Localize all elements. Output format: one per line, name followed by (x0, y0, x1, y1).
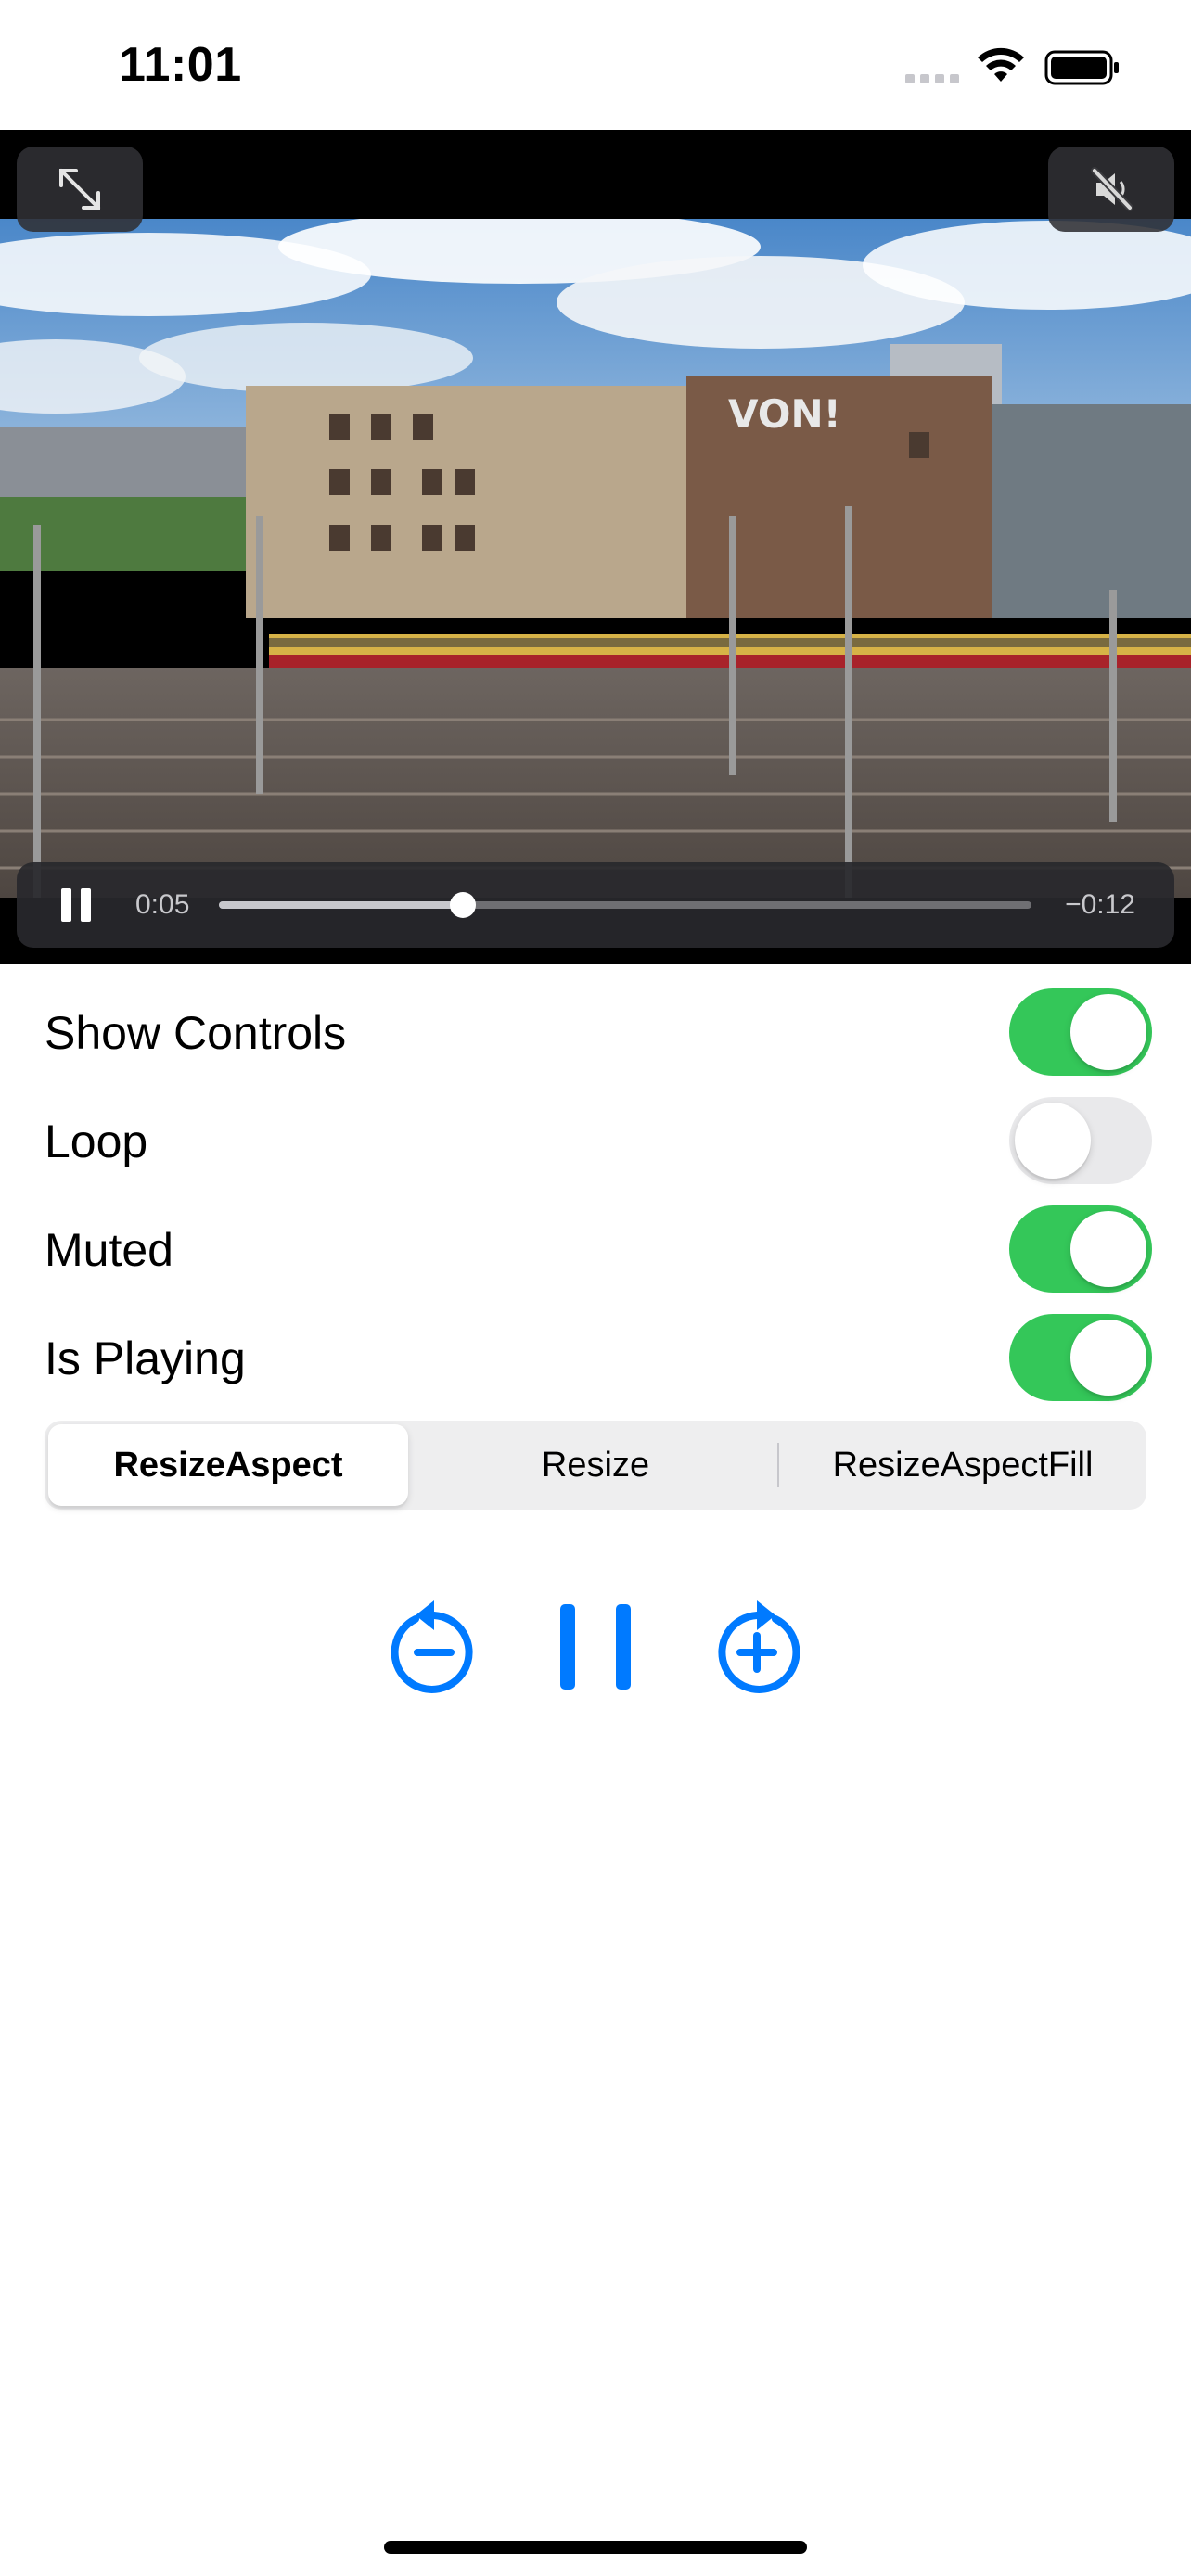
pause-icon (61, 888, 71, 922)
scrubber-knob[interactable] (449, 892, 476, 918)
app-screen: 11:01 VON! 0:05 −0:12 Show Controls Loop… (0, 0, 1191, 2576)
loop-toggle[interactable] (1009, 1097, 1152, 1184)
rewind-icon (391, 1600, 473, 1693)
video-player[interactable]: VON! 0:05 −0:12 (0, 130, 1191, 964)
toggle-label: Show Controls (45, 1007, 347, 1059)
toggle-label: Loop (45, 1116, 148, 1167)
is-playing-toggle[interactable] (1009, 1314, 1152, 1401)
scrubber[interactable] (219, 892, 1031, 918)
fullscreen-icon (59, 169, 100, 210)
speaker-muted-icon (1091, 167, 1133, 211)
pause-button[interactable] (59, 888, 93, 922)
segment-divider (777, 1443, 779, 1487)
playback-control-bar: 0:05 −0:12 (17, 862, 1174, 948)
mute-button[interactable] (1048, 147, 1174, 232)
video-frame: VON! (0, 219, 1191, 898)
pause-icon (560, 1604, 631, 1690)
segment-resize-aspect[interactable]: ResizeAspect (48, 1424, 408, 1506)
remaining-time: −0:12 (1065, 889, 1135, 920)
cellular-signal-icon (905, 74, 959, 83)
toggle-row-is-playing: Is Playing (0, 1303, 1191, 1410)
transport-controls (0, 1595, 1191, 1706)
resize-mode-segmented-control: ResizeAspect Resize ResizeAspectFill (45, 1421, 1146, 1510)
muted-toggle[interactable] (1009, 1205, 1152, 1293)
segment-resize-aspect-fill[interactable]: ResizeAspectFill (783, 1424, 1143, 1506)
battery-icon (1044, 50, 1119, 85)
toggle-label: Muted (45, 1224, 173, 1276)
home-indicator (384, 2541, 807, 2554)
rewind-button[interactable] (388, 1595, 480, 1697)
show-controls-toggle[interactable] (1009, 988, 1152, 1076)
pause-button-large[interactable] (555, 1595, 636, 1697)
fullscreen-button[interactable] (17, 147, 143, 232)
scrubber-progress (219, 901, 463, 909)
toggle-row-show-controls: Show Controls (0, 977, 1191, 1085)
status-time: 11:01 (119, 38, 242, 92)
toggle-row-loop: Loop (0, 1086, 1191, 1193)
svg-text:VON!: VON! (728, 391, 841, 437)
wifi-icon (978, 47, 1024, 82)
toggle-row-muted: Muted (0, 1194, 1191, 1302)
status-bar: 11:01 (0, 0, 1191, 130)
segment-resize[interactable]: Resize (416, 1424, 775, 1506)
elapsed-time: 0:05 (135, 889, 190, 920)
forward-icon (718, 1600, 800, 1693)
forward-button[interactable] (711, 1595, 803, 1697)
toggle-label: Is Playing (45, 1333, 246, 1384)
